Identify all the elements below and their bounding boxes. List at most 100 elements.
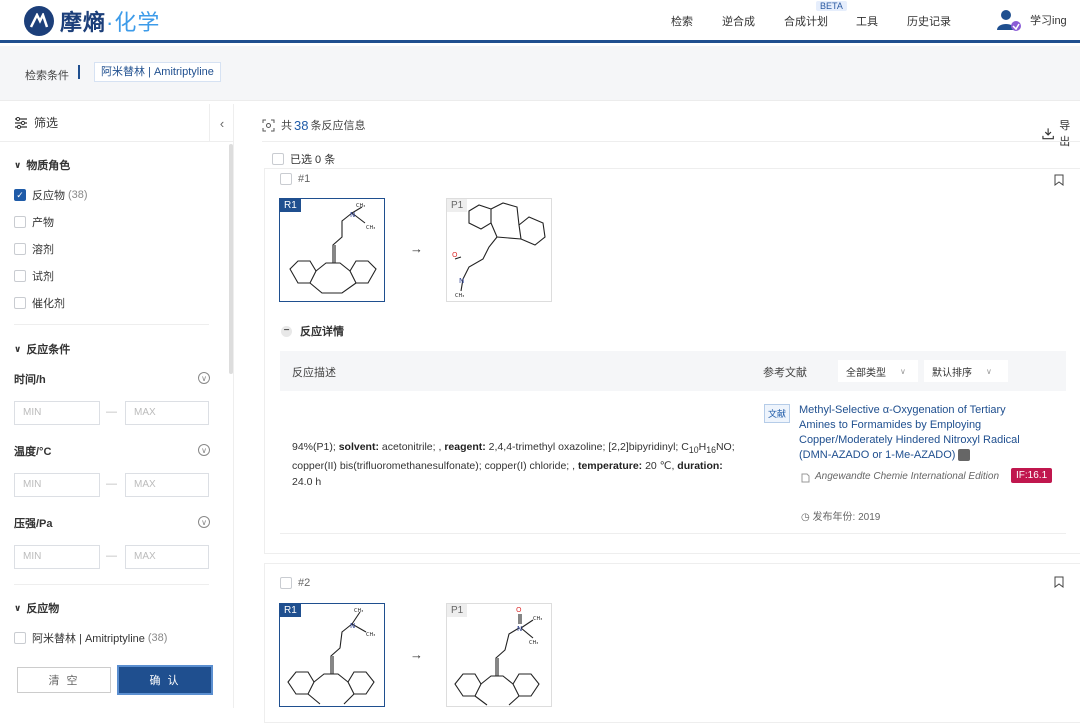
checkbox-icon bbox=[14, 243, 26, 255]
reaction-id: #2 bbox=[298, 577, 311, 589]
filter-sliders-icon bbox=[15, 116, 27, 129]
chevron-left-icon: ‹ bbox=[219, 115, 225, 131]
atom-label-ch3: CH₃ bbox=[354, 608, 363, 614]
desc-solvent-value: acetonitrile; , bbox=[378, 441, 445, 453]
reactant-section-header[interactable]: ∨ 反应物 bbox=[14, 600, 59, 616]
time-min-input[interactable]: MIN bbox=[14, 401, 100, 425]
temperature-min-input[interactable]: MIN bbox=[14, 473, 100, 497]
atom-label-o: O bbox=[452, 251, 458, 259]
chevron-down-icon: ∨ bbox=[986, 366, 992, 376]
bookmark-icon[interactable] bbox=[1054, 174, 1064, 186]
app-logo[interactable]: 摩熵·化学 bbox=[24, 5, 160, 37]
range-dash: — bbox=[106, 478, 117, 490]
checkbox-icon bbox=[14, 216, 26, 228]
reactant-tag: R1 bbox=[280, 199, 301, 212]
checkmark-icon: ✓ bbox=[14, 189, 26, 201]
nav-search[interactable]: 检索 bbox=[671, 13, 693, 29]
sidebar-scrollbar[interactable] bbox=[229, 144, 233, 374]
condition-section-header[interactable]: ∨ 反应条件 bbox=[14, 341, 70, 357]
reaction-description: 94%(P1); solvent: acetonitrile; , reagen… bbox=[292, 439, 742, 490]
pressure-filter-label: 压强/Pa bbox=[14, 518, 53, 530]
desc-solvent-key: solvent: bbox=[338, 441, 379, 453]
atom-label-ch3: CH₃ bbox=[366, 225, 375, 231]
user-avatar-icon bbox=[997, 10, 1021, 31]
result-count: 共 38 条反应信息 bbox=[262, 117, 365, 133]
reactant-checkbox-amitriptyline[interactable]: 阿米替林 | Amitriptyline (38) bbox=[14, 630, 167, 646]
download-icon bbox=[1042, 127, 1054, 139]
amitriptyline-structure-icon: N CH₃ CH₃ bbox=[287, 608, 375, 705]
reactant-structure[interactable]: R1 N CH₃ CH₃ bbox=[279, 603, 385, 707]
pressure-max-input[interactable]: MAX bbox=[125, 545, 209, 569]
export-button[interactable]: 导出 bbox=[1042, 117, 1080, 149]
role-label: 试剂 bbox=[32, 271, 54, 283]
expand-circle-icon[interactable]: ∨ bbox=[198, 516, 210, 528]
checkbox-icon bbox=[280, 173, 292, 185]
user-menu[interactable]: 学习ing bbox=[996, 8, 1067, 32]
product-tag: P1 bbox=[447, 199, 468, 212]
role-checkbox-reactant[interactable]: ✓ 反应物 (38) bbox=[14, 187, 88, 203]
bookmark-icon[interactable] bbox=[1054, 576, 1064, 588]
reaction-details-toggle[interactable]: − 反应详情 bbox=[281, 323, 344, 339]
atom-label-ch3: CH₃ bbox=[455, 293, 464, 299]
nav-synthesis-plan[interactable]: 合成计划 bbox=[784, 13, 828, 29]
search-condition-tag[interactable]: 阿米替林 | Amitriptyline bbox=[94, 62, 221, 82]
role-label: 反应物 bbox=[32, 190, 65, 202]
time-max-input[interactable]: MAX bbox=[125, 401, 209, 425]
confirm-button[interactable]: 确 认 bbox=[117, 665, 213, 695]
role-label: 催化剂 bbox=[32, 298, 65, 310]
logo-text: 摩熵·化学 bbox=[60, 5, 160, 37]
reaction-details-label: 反应详情 bbox=[300, 326, 344, 338]
filter-header: 筛选 bbox=[0, 104, 233, 142]
filter-title: 筛选 bbox=[34, 116, 59, 130]
search-query-text: 阿米替林 | Amitriptyline bbox=[94, 62, 221, 82]
role-section-header[interactable]: ∨ 物质角色 bbox=[14, 157, 70, 173]
document-link-icon[interactable] bbox=[958, 449, 971, 462]
time-filter-label: 时间/h bbox=[14, 374, 46, 386]
role-section-title: 物质角色 bbox=[26, 160, 71, 172]
atom-label-ch3: CH₃ bbox=[529, 640, 538, 646]
amitriptyline-structure-icon: N CH₃ CH₃ bbox=[289, 203, 377, 294]
collapse-sidebar-button[interactable]: ‹ bbox=[209, 104, 234, 142]
impact-factor-badge: IF:16.1 bbox=[1011, 468, 1053, 483]
reaction-select-checkbox[interactable]: #1 bbox=[280, 173, 310, 185]
role-label: 产物 bbox=[32, 217, 54, 229]
nav-tools[interactable]: 工具 bbox=[856, 13, 878, 29]
divider bbox=[14, 584, 209, 585]
desc-duration-value: 24.0 h bbox=[292, 476, 322, 489]
chevron-down-icon: ∨ bbox=[900, 366, 906, 376]
type-filter-select[interactable]: 全部类型 ∨ bbox=[838, 360, 918, 382]
col-reference: 参考文献 bbox=[763, 367, 807, 379]
desc-reagent-key: reagent: bbox=[444, 441, 486, 453]
product-structure[interactable]: P1 O N CH₃ CH₃ bbox=[446, 603, 552, 707]
desc-formula-c-sub: 10 bbox=[688, 445, 699, 456]
reactant-tag: R1 bbox=[280, 604, 301, 617]
nav-history[interactable]: 历史记录 bbox=[907, 13, 951, 29]
role-checkbox-reagent[interactable]: 试剂 bbox=[14, 268, 54, 284]
sort-select[interactable]: 默认排序 ∨ bbox=[924, 360, 1008, 382]
select-all-checkbox[interactable]: 已选 0 条 bbox=[272, 151, 335, 167]
expand-circle-icon[interactable]: ∨ bbox=[198, 444, 210, 456]
pressure-min-input[interactable]: MIN bbox=[14, 545, 100, 569]
reaction-select-checkbox[interactable]: #2 bbox=[280, 577, 310, 589]
desc-formula-c: C bbox=[681, 441, 689, 453]
sort-value: 默认排序 bbox=[932, 367, 972, 379]
atom-label-n: N bbox=[350, 622, 355, 630]
role-checkbox-catalyst[interactable]: 催化剂 bbox=[14, 295, 65, 311]
user-name: 学习ing bbox=[1030, 15, 1067, 27]
logo-main-text: 摩熵 bbox=[60, 10, 107, 35]
divider bbox=[262, 141, 1080, 142]
product-structure[interactable]: P1 O N CH₃ bbox=[446, 198, 552, 302]
nav-retrosynthesis[interactable]: 逆合成 bbox=[722, 13, 755, 29]
checkbox-icon bbox=[272, 153, 284, 165]
reactant-structure[interactable]: R1 N CH₃ CH₃ bbox=[279, 198, 385, 302]
role-checkbox-product[interactable]: 产物 bbox=[14, 214, 54, 230]
temperature-max-input[interactable]: MAX bbox=[125, 473, 209, 497]
clear-button[interactable]: 清 空 bbox=[17, 667, 111, 693]
expand-circle-icon[interactable]: ∨ bbox=[198, 372, 210, 384]
role-checkbox-solvent[interactable]: 溶剂 bbox=[14, 241, 54, 257]
checkbox-icon bbox=[14, 632, 26, 644]
temperature-filter-label: 温度/°C bbox=[14, 446, 52, 458]
desc-duration-key: duration: bbox=[677, 460, 723, 473]
role-label: 溶剂 bbox=[32, 244, 54, 256]
literature-title-link[interactable]: Methyl-Selective α-Oxygenation of Tertia… bbox=[799, 403, 1039, 463]
